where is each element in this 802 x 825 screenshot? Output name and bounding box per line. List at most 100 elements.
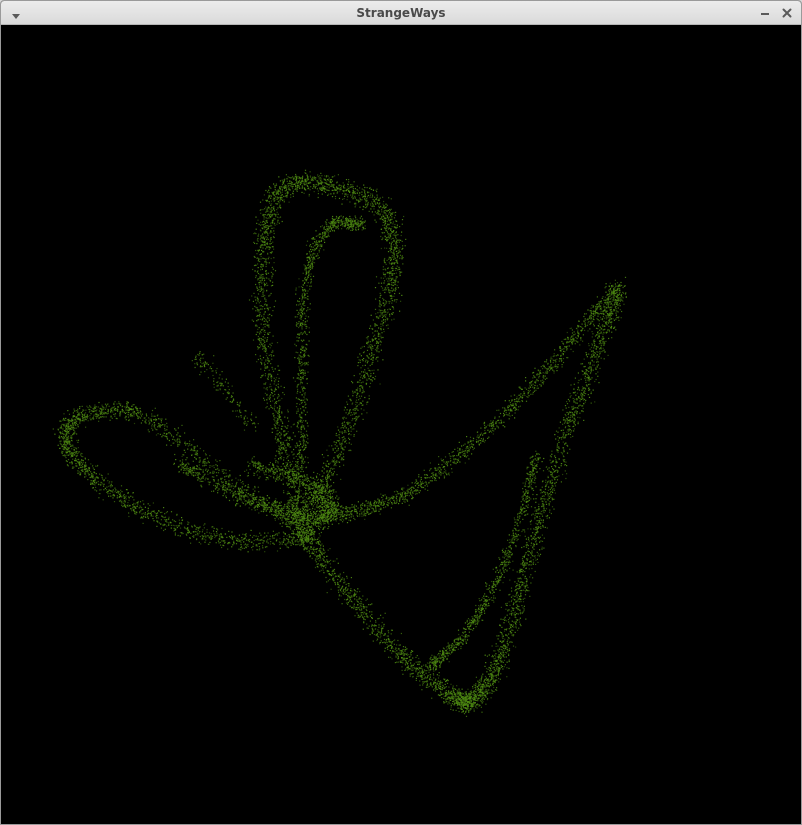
attractor-point: [182, 454, 184, 456]
attractor-point: [174, 428, 176, 430]
attractor-point: [97, 477, 99, 479]
attractor-point: [187, 523, 189, 525]
attractor-point: [372, 332, 374, 334]
attractor-point: [286, 442, 288, 444]
attractor-point: [156, 512, 159, 514]
attractor-point: [187, 445, 189, 447]
attractor-point: [354, 206, 356, 208]
attractor-point: [367, 346, 369, 348]
attractor-point: [216, 475, 218, 477]
attractor-point: [261, 249, 263, 251]
attractor-point: [326, 494, 328, 497]
attractor-point: [73, 429, 75, 431]
attractor-point: [257, 335, 259, 338]
attractor-point: [328, 177, 330, 179]
attractor-point: [257, 278, 259, 280]
attractor-point: [65, 417, 67, 419]
attractor-point: [264, 279, 266, 281]
attractor-point: [277, 213, 279, 215]
attractor-point: [217, 467, 219, 469]
attractor-point: [279, 542, 281, 544]
attractor-point: [266, 208, 268, 210]
attractor-point: [345, 194, 347, 196]
attractor-point: [330, 496, 332, 499]
attractor-point: [255, 354, 257, 356]
attractor-point: [68, 450, 71, 452]
attractor-point: [338, 497, 340, 499]
attractor-point: [273, 262, 275, 264]
attractor-point: [269, 400, 272, 402]
attractor-point: [277, 479, 279, 481]
attractor-point: [394, 258, 396, 260]
attractor-point: [109, 419, 111, 421]
attractor-point: [63, 423, 65, 425]
attractor-point: [205, 535, 207, 537]
attractor-point: [264, 363, 266, 366]
minimize-button[interactable]: [757, 5, 773, 21]
attractor-point: [118, 401, 120, 403]
attractor-point: [327, 499, 329, 501]
attractor-point: [276, 342, 279, 344]
attractor-point: [310, 176, 312, 178]
attractor-point: [371, 193, 374, 195]
attractor-point: [168, 432, 170, 434]
attractor-point: [94, 489, 96, 491]
attractor-point: [268, 248, 270, 250]
attractor-point: [166, 437, 168, 439]
attractor-point: [72, 428, 74, 430]
attractor-point: [305, 532, 307, 534]
attractor-point: [269, 243, 271, 245]
attractor-point: [292, 499, 294, 502]
attractor-point: [253, 241, 255, 243]
attractor-point: [353, 407, 355, 410]
attractor-point: [78, 418, 80, 421]
attractor-point: [72, 412, 74, 414]
attractor-point: [140, 422, 142, 424]
attractor-point: [341, 457, 343, 459]
attractor-point: [367, 194, 369, 197]
attractor-point: [273, 415, 275, 417]
attractor-point: [84, 476, 86, 478]
attractor-point: [277, 200, 279, 202]
attractor-point: [287, 462, 289, 464]
attractor-point: [386, 231, 389, 233]
attractor-point: [165, 435, 167, 438]
attractor-point: [317, 525, 319, 527]
attractor-point: [206, 462, 208, 464]
attractor-point: [176, 439, 178, 441]
attractor-point: [125, 506, 127, 508]
attractor-point: [218, 469, 220, 471]
attractor-point: [318, 498, 320, 501]
attractor-point: [364, 190, 366, 192]
attractor-point: [251, 536, 254, 538]
attractor-point: [85, 409, 87, 411]
attractor-point: [392, 312, 394, 314]
attractor-point: [305, 479, 307, 481]
attractor-point: [336, 450, 338, 452]
attractor-point: [280, 465, 282, 468]
attractor-point: [337, 449, 339, 451]
attractor-point: [279, 478, 281, 480]
attractor-point: [82, 456, 84, 458]
attractor-point: [274, 458, 276, 460]
title-bar[interactable]: StrangeWays: [1, 1, 801, 25]
attractor-point: [271, 231, 273, 233]
attractor-point: [161, 424, 163, 426]
attractor-point: [93, 408, 95, 410]
attractor-point: [77, 408, 79, 410]
attractor-canvas[interactable]: [1, 25, 801, 824]
close-button[interactable]: [779, 5, 795, 21]
attractor-point: [87, 459, 90, 461]
attractor-point: [267, 478, 269, 480]
attractor-point: [300, 480, 302, 482]
attractor-point: [305, 487, 308, 489]
attractor-point: [336, 495, 338, 497]
attractor-point: [398, 266, 400, 268]
attractor-point: [251, 546, 253, 549]
attractor-point: [328, 184, 330, 186]
attractor-point: [262, 199, 264, 201]
attractor-point: [267, 359, 269, 361]
attractor-point: [267, 378, 269, 380]
attractor-point: [306, 485, 308, 487]
attractor-point: [189, 440, 191, 442]
